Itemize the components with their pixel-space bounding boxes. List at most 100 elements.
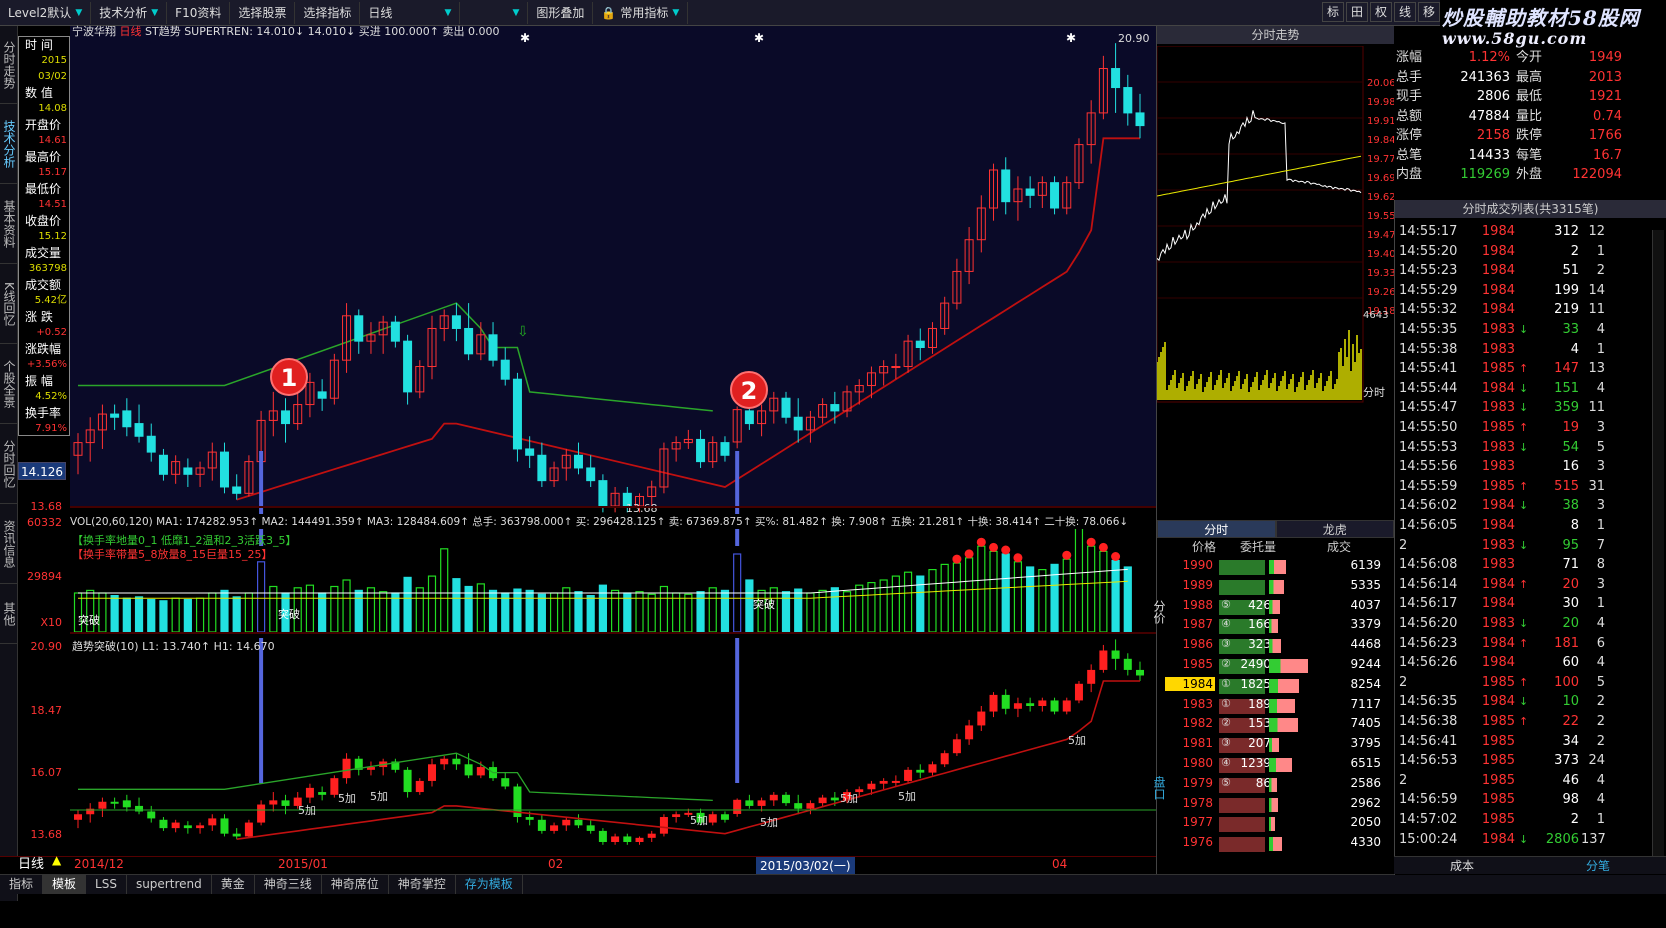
tick-row: 14:55:32 1984 219 11 <box>1395 300 1666 320</box>
order-price: 1990 <box>1182 558 1213 572</box>
tick-time: 14:55:41 <box>1399 361 1458 377</box>
tab-three-lines[interactable]: 神奇三线 <box>255 875 322 894</box>
candle-body <box>696 438 706 463</box>
toolbar-select-indicator[interactable]: 选择指标 <box>295 1 361 24</box>
tab-dragon-tiger[interactable]: 龙虎 <box>1275 520 1394 538</box>
tab-gold[interactable]: 黄金 <box>212 875 255 894</box>
order-row[interactable]: 1979 ⑤ 86 2586 <box>1157 776 1395 795</box>
trend-candle-body <box>476 767 485 776</box>
tab-supertrend[interactable]: supertrend <box>127 875 212 894</box>
trend-candle-body <box>342 758 351 779</box>
info-value: 363798 <box>28 263 67 274</box>
arrow-up-icon: ↑ <box>1519 636 1529 650</box>
order-price: 1989 <box>1182 577 1213 592</box>
panel-divider <box>70 506 1156 508</box>
tab-ticks[interactable]: 分笔 <box>1530 857 1666 874</box>
order-trade: 4468 <box>1350 637 1381 652</box>
tab-seats[interactable]: 神奇席位 <box>322 875 389 894</box>
toolbar-common-indicators[interactable]: 🔒 常用指标 ▼ <box>593 1 689 24</box>
minute-chart-canvas[interactable]: 20.06 19.98 19.91 19.84 19.77 19.69 19.62 19.55… <box>1157 46 1395 426</box>
order-row[interactable]: 1989 5335 <box>1157 578 1395 597</box>
rights-icon[interactable]: 权 <box>1370 2 1392 22</box>
order-row[interactable]: 1977 2050 <box>1157 815 1395 834</box>
quote-summary: 涨幅 1.12% 今开 1949 总手 241363 最高 2013 现手 2806 最低 1921 总… <box>1394 48 1666 218</box>
order-row[interactable]: 1986 ③ 323 4468 <box>1157 637 1395 656</box>
order-row[interactable]: 1978 2962 <box>1157 796 1395 815</box>
candle-body <box>720 442 730 456</box>
tab-templates[interactable]: 模板 <box>43 875 87 894</box>
trend-axis-0: 20.90 <box>30 640 63 653</box>
volume-bar <box>452 578 461 633</box>
order-amount: 1825 <box>1240 676 1271 691</box>
order-row[interactable]: 1981 ③ 207 3795 <box>1157 736 1395 755</box>
trend-candle-body <box>672 814 681 818</box>
tick-row: 14:56:20 1983 ↓ 20 4 <box>1395 614 1666 634</box>
breakout-label: 突破 <box>278 607 300 621</box>
save-template-button[interactable]: 存为模板 <box>456 875 523 894</box>
info-label: 时 间 <box>25 38 53 52</box>
chart-canvas[interactable]: ✱ ✱ ✱⇩5加5加 5加5加 5加5加 5加5加突破 突破突破 <box>70 26 1156 856</box>
line-icon[interactable]: 线 <box>1394 2 1416 22</box>
move-icon[interactable]: 移 <box>1418 2 1440 22</box>
tick-count: 14 <box>1588 282 1605 298</box>
grid-icon[interactable]: 田 <box>1346 2 1368 22</box>
tab-stock-panorama[interactable]: 个股全景 <box>0 344 18 424</box>
tick-price: 1985 <box>1481 714 1515 729</box>
tick-price: 1984 <box>1481 576 1515 592</box>
toolbar-f10[interactable]: F10资料 <box>167 1 231 24</box>
tab-tech-analysis[interactable]: 技术分析 <box>0 104 18 184</box>
trend-candle-body <box>1099 650 1108 670</box>
trend-candle-body <box>135 805 144 812</box>
toolbar-period-select[interactable]: 日线 ▼ <box>360 1 461 24</box>
tick-price: 1983 <box>1481 322 1515 337</box>
tab-basic-info[interactable]: 基本资料 <box>0 184 18 264</box>
toolbar-blank-select[interactable]: ▼ <box>460 1 529 24</box>
quote-value2: 1949 <box>1588 50 1622 65</box>
tab-minute[interactable]: 分时 <box>1157 520 1276 538</box>
toolbar-select-stock[interactable]: 选择股票 <box>230 1 296 24</box>
header-trade: 成交 <box>1326 540 1351 554</box>
tab-other[interactable]: 其他 <box>0 584 18 644</box>
tick-time: 14:56:23 <box>1399 635 1458 651</box>
tick-list-scrollbar[interactable] <box>1652 230 1664 870</box>
tab-kline-memory[interactable]: K线回忆 <box>0 264 18 344</box>
tick-time: 2 <box>1399 537 1408 553</box>
order-row[interactable]: 1980 ④ 1239 6515 <box>1157 756 1395 775</box>
volume-bar <box>537 593 546 633</box>
tab-lss[interactable]: LSS <box>86 875 127 894</box>
toolbar-overlay[interactable]: 图形叠加 <box>528 1 594 24</box>
trend-candle-body <box>1038 700 1047 706</box>
arrow-down-icon: ↓ <box>1519 401 1529 415</box>
tab-minute-memory[interactable]: 分时回忆 <box>0 424 18 504</box>
side-label-handicap[interactable]: 盘口 <box>1152 776 1168 800</box>
toolbar-tech-analysis[interactable]: 技术分析 ▼ <box>91 1 168 24</box>
date-label-4: 04 <box>1052 857 1068 871</box>
order-trade: 8254 <box>1350 676 1381 691</box>
tick-volume: 95 <box>1562 537 1579 553</box>
order-row[interactable]: 1983 ① 189 7117 <box>1157 697 1395 716</box>
order-row[interactable]: 1982 ② 153 7405 <box>1157 716 1395 735</box>
candle-body <box>891 366 901 369</box>
mark-icon[interactable]: 标 <box>1322 2 1344 22</box>
tab-cost[interactable]: 成本 <box>1394 857 1530 874</box>
tick-list-panel[interactable]: 分时成交列表(共3315笔) 14:55:17 1984 312 12 14:55:20… <box>1394 200 1666 875</box>
toolbar-level2[interactable]: Level2默认 ▼ <box>0 1 92 24</box>
volume-bar <box>598 584 607 633</box>
tab-indicators[interactable]: 指标 <box>0 875 44 894</box>
order-row[interactable]: 1987 ④ 166 3379 <box>1157 617 1395 636</box>
trend-candle-body <box>635 837 644 842</box>
order-row[interactable]: 1990 6139 <box>1157 558 1395 577</box>
minute-chart-panel[interactable]: 分时走势 20.06 19.98 19.91 19.84 19.77 19.69 19.62… <box>1156 26 1395 536</box>
tab-minute-trend[interactable]: 分时走势 <box>0 26 18 104</box>
order-row[interactable]: 1976 4330 <box>1157 835 1395 854</box>
trend-candle-body <box>220 818 229 834</box>
kline-chart-area[interactable]: ✱ ✱ ✱ ⇩ 5加 5加 5加 5加 5加 5加 5加 5加 突破 突破 突破 宁波华翔 日线 ST趋势 … <box>70 25 1156 876</box>
tick-time: 14:56:08 <box>1399 557 1458 573</box>
bottom-indicator-tabs: 指标 模板 LSS supertrend 黄金 神奇三线 神奇席位 神奇掌控 存… <box>0 874 1666 894</box>
tab-news-info[interactable]: 资讯信息 <box>0 504 18 584</box>
order-row[interactable]: 1984 ① 1825 8254 <box>1157 676 1395 696</box>
tab-control[interactable]: 神奇掌控 <box>389 875 456 894</box>
order-row[interactable]: 1985 ② 2490 9244 <box>1157 657 1395 676</box>
order-row[interactable]: 1988 ⑤ 426 4037 <box>1157 598 1395 617</box>
tick-volume: 219 <box>1554 302 1579 318</box>
